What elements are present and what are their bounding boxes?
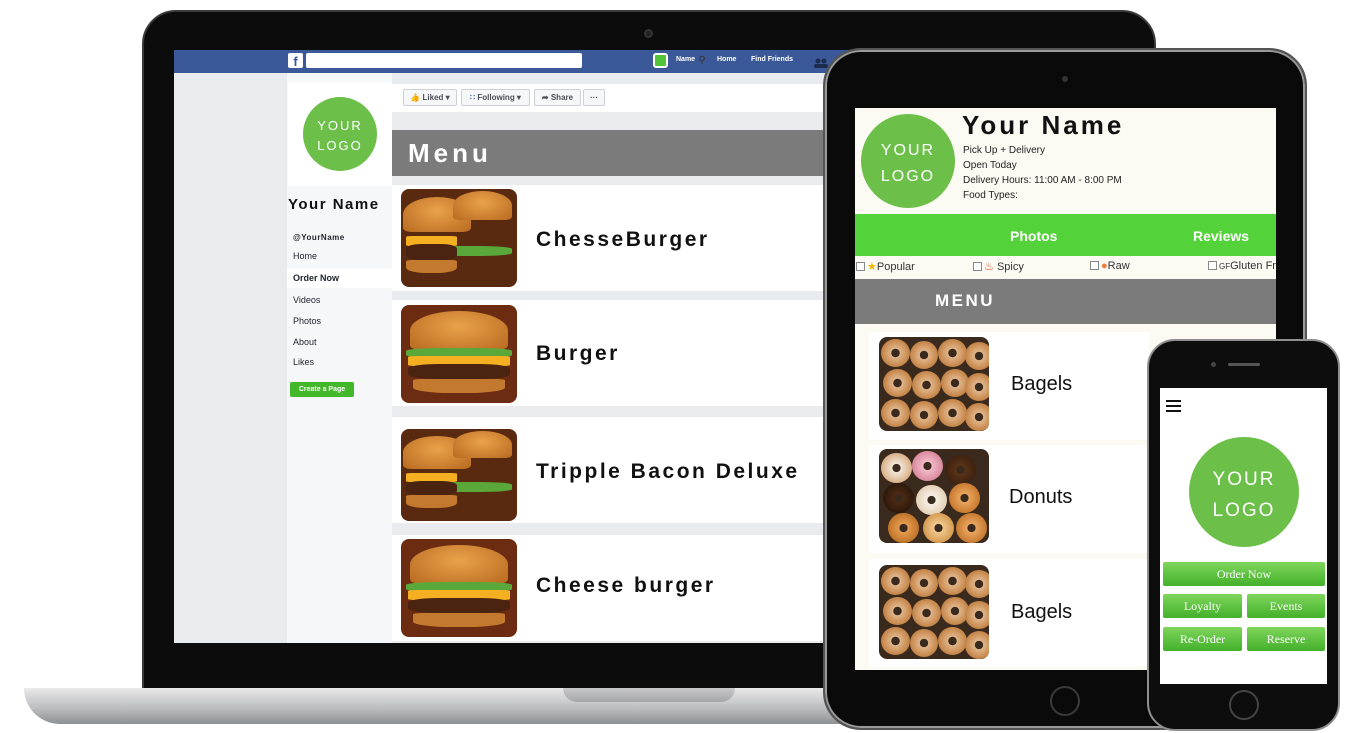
sidebar-item-home[interactable]: Home <box>293 251 317 261</box>
nav-profile-name[interactable]: Name <box>676 54 695 66</box>
profile-avatar[interactable] <box>653 53 668 68</box>
checkbox[interactable] <box>856 262 865 271</box>
flame-icon: ♨ <box>984 261 994 273</box>
hamburger-menu-icon[interactable] <box>1166 400 1181 413</box>
menu-item-title[interactable]: ChesseBurger <box>536 228 710 252</box>
bagels-image <box>879 565 989 659</box>
logo-placeholder: YOUR LOGO <box>1189 437 1299 547</box>
tab-reviews[interactable]: Reviews <box>1193 228 1249 244</box>
logo-line: YOUR <box>1212 469 1276 490</box>
menu-item-title[interactable]: Tripple Bacon Deluxe <box>536 460 800 484</box>
logo-line: YOUR <box>880 142 936 159</box>
shrimp-icon: ● <box>1101 260 1108 272</box>
filter-label: Spicy <box>996 261 1024 273</box>
share-label: Share <box>550 93 574 102</box>
filter-label: Gluten Fr <box>1230 260 1276 272</box>
checkbox[interactable] <box>1208 261 1217 270</box>
reorder-button[interactable]: Re-Order <box>1163 627 1242 651</box>
bagels-image <box>879 337 989 431</box>
following-label: Following ▾ <box>477 93 521 102</box>
share-icon: ➦ <box>541 93 549 102</box>
sidebar-item-photos[interactable]: Photos <box>293 316 321 326</box>
logo-line: LOGO <box>1212 500 1276 521</box>
logo-placeholder: YOUR LOGO <box>861 114 955 208</box>
laptop-camera <box>644 29 653 38</box>
phone-screen: YOUR LOGO Order Now Loyalty Events Re-Or… <box>1160 388 1327 684</box>
menu-header-band <box>855 279 1276 324</box>
rss-icon: ∷ <box>470 93 476 102</box>
menu-title: MENU <box>935 291 996 310</box>
laptop-notch <box>563 688 735 702</box>
menu-item-title[interactable]: Bagels <box>1011 373 1072 396</box>
filter-label: Popular <box>876 261 915 273</box>
filter-spicy[interactable]: ♨ Spicy <box>973 260 1024 273</box>
loyalty-button[interactable]: Loyalty <box>1163 594 1242 618</box>
more-button[interactable]: ··· <box>583 89 605 106</box>
page-handle[interactable]: @YourName <box>293 233 345 242</box>
logo-line: LOGO <box>317 138 363 153</box>
menu-title: Menu <box>408 138 492 168</box>
order-now-button[interactable]: Order Now <box>1163 562 1325 586</box>
like-icon: 👍 <box>410 93 421 102</box>
checkbox[interactable] <box>1090 261 1099 270</box>
donuts-image <box>879 449 989 543</box>
star-icon: ★ <box>867 261 877 273</box>
service-info: Pick Up + Delivery <box>963 145 1045 156</box>
filter-label: Raw <box>1107 260 1130 272</box>
tablet-home-button[interactable] <box>1050 686 1080 716</box>
food-types: Food Types: <box>963 190 1018 201</box>
menu-item-title[interactable]: Donuts <box>1009 486 1072 509</box>
menu-item-title[interactable]: Bagels <box>1011 601 1072 624</box>
left-gutter <box>174 73 287 643</box>
gf-icon: GF <box>1219 262 1231 271</box>
delivery-hours: Delivery Hours: 11:00 AM - 8:00 PM <box>963 175 1122 186</box>
facebook-logo-icon[interactable]: f <box>288 53 303 69</box>
sidebar-item-videos[interactable]: Videos <box>293 295 320 305</box>
share-button[interactable]: ➦ Share <box>534 89 581 106</box>
filter-raw[interactable]: ●Raw <box>1090 260 1130 272</box>
sidebar-item-about[interactable]: About <box>293 337 317 347</box>
burger-image <box>401 189 517 287</box>
nav-find-friends[interactable]: Find Friends <box>751 54 793 66</box>
logo-placeholder: YOUR LOGO <box>303 97 377 171</box>
burger-image <box>401 429 517 521</box>
following-button[interactable]: ∷ Following ▾ <box>461 89 530 106</box>
sidebar-item-order-now[interactable]: Order Now <box>293 273 339 283</box>
liked-button[interactable]: 👍 Liked ▾ <box>403 89 457 106</box>
logo-line: LOGO <box>880 168 936 185</box>
laptop-screen: f ⚲ Name Home Find Friends YOUR LOGO You… <box>174 50 854 643</box>
phone-home-button[interactable] <box>1229 690 1259 720</box>
filter-gluten-free[interactable]: GFGluten Fr <box>1208 260 1276 272</box>
page-title: Your Name <box>288 196 380 213</box>
search-input[interactable]: ⚲ <box>306 53 706 68</box>
liked-label: Liked ▾ <box>422 93 450 102</box>
logo-line: YOUR <box>317 118 363 133</box>
nav-home[interactable]: Home <box>717 54 736 66</box>
burger-image <box>401 539 517 637</box>
checkbox[interactable] <box>973 262 982 271</box>
profile-picture-box[interactable]: YOUR LOGO <box>288 82 392 186</box>
tablet-camera <box>1062 76 1068 82</box>
search-icon[interactable]: ⚲ <box>694 53 710 68</box>
events-button[interactable]: Events <box>1247 594 1325 618</box>
restaurant-name: Your Name <box>962 110 1125 140</box>
friends-icon[interactable] <box>814 55 828 68</box>
create-page-button[interactable]: Create a Page <box>290 382 354 397</box>
filter-popular[interactable]: ★Popular <box>856 260 915 273</box>
burger-image <box>401 305 517 403</box>
reserve-button[interactable]: Reserve <box>1247 627 1325 651</box>
menu-item-title[interactable]: Cheese burger <box>536 574 716 598</box>
phone-camera <box>1211 362 1216 367</box>
phone-speaker <box>1228 363 1260 366</box>
menu-item-title[interactable]: Burger <box>536 342 620 366</box>
tab-photos[interactable]: Photos <box>1010 228 1057 244</box>
open-status: Open Today <box>963 160 1017 171</box>
sidebar-item-likes[interactable]: Likes <box>293 357 314 367</box>
